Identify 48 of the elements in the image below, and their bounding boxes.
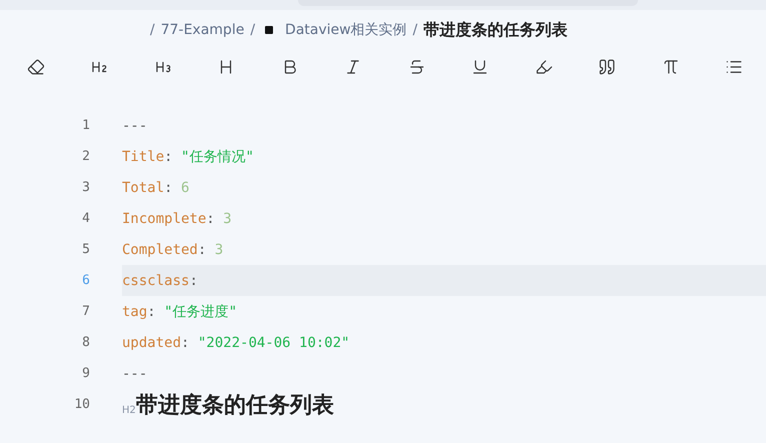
heading-marker: H2 (122, 405, 136, 416)
punctuation: : (164, 180, 174, 196)
yaml-key: cssclass (122, 272, 190, 288)
pi-icon (662, 58, 680, 76)
line-number: 7 (81, 304, 91, 319)
line-number: 6 (81, 273, 91, 288)
line-number: 9 (81, 366, 91, 381)
list-icon (725, 58, 744, 76)
punctuation: : (164, 148, 174, 164)
highlighter-icon (534, 58, 553, 76)
punctuation: : (206, 210, 216, 226)
yaml-key: Total (122, 180, 164, 196)
string-value: "任务进度" (164, 302, 238, 320)
breadcrumb-link[interactable]: 77-Example (160, 22, 244, 38)
yaml-key: Incomplete (122, 210, 206, 226)
breadcrumb-separator: / (250, 22, 256, 38)
punctuation: : (189, 272, 198, 288)
line-number: 2 (81, 149, 91, 164)
underline-icon (471, 58, 490, 76)
line-number: 8 (81, 335, 91, 350)
square-icon (265, 26, 274, 34)
number-value: 3 (214, 242, 224, 258)
yaml-key: Title (122, 148, 164, 164)
strikethrough-icon (408, 58, 426, 76)
note-title: 带进度条的任务列表 (423, 20, 568, 40)
number-value: 3 (223, 210, 232, 226)
line-number: 1 (81, 118, 91, 133)
line-number: 5 (81, 242, 91, 257)
string-value: "2022-04-06 10:02" (198, 334, 350, 350)
punctuation: : (147, 304, 157, 320)
line-number: 10 (73, 397, 91, 412)
yaml-key: Completed (122, 242, 198, 258)
yaml-key: updated (122, 334, 182, 350)
punctuation: --- (122, 366, 148, 382)
punctuation: : (181, 334, 190, 350)
line-number: 3 (81, 180, 91, 195)
breadcrumb-separator: / (412, 22, 418, 38)
number-value: 6 (181, 180, 190, 196)
string-value: "任务情况" (181, 148, 254, 166)
breadcrumb-link[interactable]: Dataview相关实例 (285, 21, 407, 39)
yaml-key: tag (122, 304, 148, 320)
quote-icon (598, 58, 616, 76)
punctuation: --- (122, 118, 148, 134)
line-number: 4 (81, 211, 91, 226)
punctuation: : (198, 242, 208, 258)
heading-text: 带进度条的任务列表 (136, 392, 334, 420)
breadcrumb-separator: / (150, 22, 155, 38)
eraser-icon (26, 58, 45, 76)
